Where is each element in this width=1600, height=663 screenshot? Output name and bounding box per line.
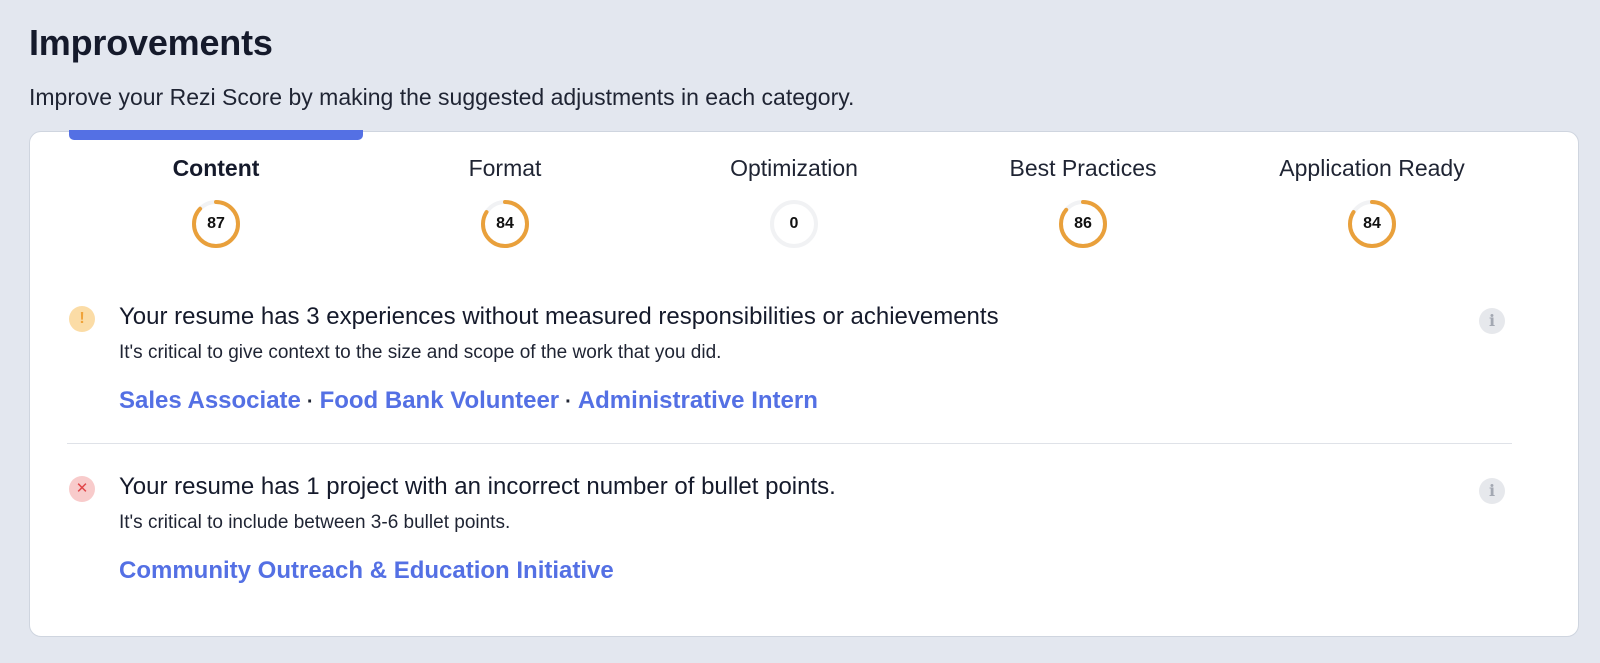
- score-value: 84: [496, 215, 514, 232]
- item-title: Your resume has 1 project with an incorr…: [119, 473, 836, 500]
- active-tab-indicator: [69, 130, 363, 140]
- tab-application-ready[interactable]: Application Ready 84: [1225, 152, 1519, 262]
- score-value: 84: [1363, 215, 1381, 232]
- item-title: Your resume has 3 experiences without me…: [119, 303, 999, 330]
- score-ring: 86: [1057, 198, 1109, 250]
- error-icon: ✕: [69, 476, 95, 502]
- experience-link[interactable]: Food Bank Volunteer: [320, 387, 560, 414]
- warning-icon: !: [69, 306, 95, 332]
- score-value: 87: [207, 215, 225, 232]
- item-links: Sales Associate · Food Bank Volunteer · Admi…: [119, 384, 818, 419]
- improvement-item: ✕ Your resume has 1 project with an inco…: [69, 470, 1529, 590]
- info-icon[interactable]: i: [1479, 308, 1505, 334]
- tab-label: Format: [468, 155, 542, 181]
- experience-link[interactable]: Administrative Intern: [578, 387, 818, 414]
- item-links: Community Outreach & Education Initiativ…: [119, 554, 614, 588]
- tab-optimization[interactable]: Optimization 0: [647, 152, 941, 262]
- score-value: 0: [789, 215, 799, 232]
- item-description: It's critical to give context to the siz…: [119, 342, 722, 363]
- page-subtitle: Improve your Rezi Score by making the su…: [29, 84, 855, 110]
- tab-content[interactable]: Content 87: [69, 152, 363, 262]
- link-separator: ·: [565, 391, 572, 413]
- score-ring: 0: [768, 198, 820, 250]
- improvement-item: ! Your resume has 3 experiences without …: [69, 300, 1529, 420]
- info-icon[interactable]: i: [1479, 478, 1505, 504]
- tab-label: Application Ready: [1279, 155, 1465, 181]
- item-divider: [67, 443, 1512, 444]
- project-link[interactable]: Community Outreach & Education Initiativ…: [119, 557, 614, 584]
- tab-best-practices[interactable]: Best Practices 86: [936, 152, 1230, 262]
- score-ring: 84: [479, 198, 531, 250]
- link-separator: ·: [306, 391, 314, 413]
- score-ring: 84: [1346, 198, 1398, 250]
- page-title: Improvements: [29, 22, 273, 63]
- tab-label: Content: [172, 155, 260, 181]
- tab-label: Best Practices: [1009, 155, 1157, 181]
- tab-format[interactable]: Format 84: [358, 152, 652, 262]
- tab-label: Optimization: [730, 155, 858, 181]
- item-description: It's critical to include between 3-6 bul…: [119, 512, 511, 533]
- improvements-card: Content 87 Format 84 Optimization 0 Best…: [29, 130, 1579, 637]
- score-value: 86: [1074, 215, 1092, 232]
- score-ring: 87: [190, 198, 242, 250]
- experience-link[interactable]: Sales Associate: [119, 387, 301, 414]
